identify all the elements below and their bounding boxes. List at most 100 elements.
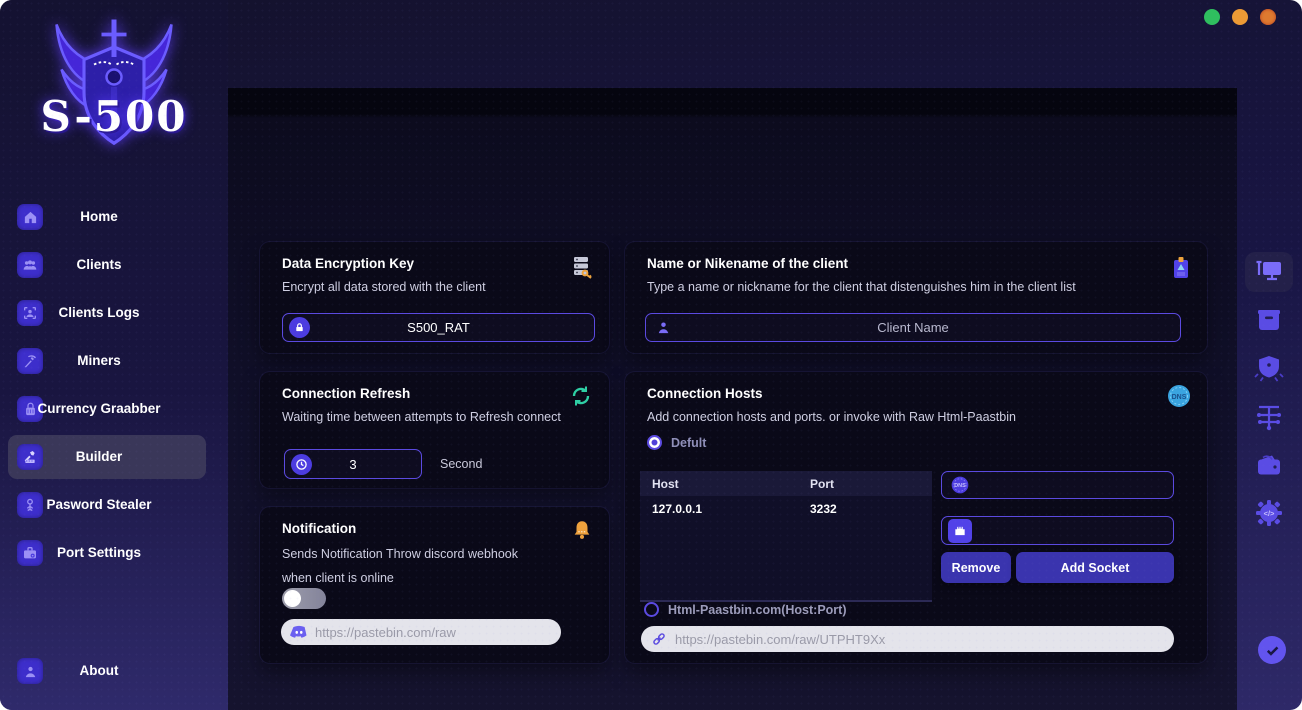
svg-text:DNS: DNS	[954, 483, 966, 489]
wallet-icon	[1258, 455, 1280, 475]
encryption-key-input[interactable]	[310, 320, 567, 335]
rail-item-shield-bug[interactable]	[1245, 348, 1293, 388]
sidebar-item-label: Currency Graabber	[37, 401, 161, 416]
radio-pastebin[interactable]	[644, 602, 659, 617]
radio-row-pastebin[interactable]: Html-Paastbin.com(Host:Port)	[644, 602, 846, 617]
sidebar-item-about[interactable]: About	[0, 647, 198, 695]
webhook-url-field	[281, 619, 561, 645]
rail-item-archive[interactable]	[1245, 300, 1293, 340]
refresh-icon	[569, 384, 593, 413]
sidebar-item-miners[interactable]: Miners	[0, 337, 198, 385]
rail-item-circuit[interactable]	[1245, 397, 1293, 437]
seconds-unit-label: Second	[440, 457, 483, 471]
radio-row-default[interactable]: Defult	[647, 435, 706, 450]
sidebar: S-500 Home Clients Clients Logs Miners C…	[0, 0, 228, 710]
card-title: Data Encryption Key	[282, 256, 415, 271]
app-window: S-500 Home Clients Clients Logs Miners C…	[0, 0, 1302, 710]
window-control-amber[interactable]	[1260, 9, 1276, 25]
host-input[interactable]	[970, 477, 1173, 493]
card-title: Connection Hosts	[647, 386, 763, 401]
toggle-knob	[284, 590, 301, 607]
sidebar-item-builder[interactable]: Builder	[0, 433, 206, 481]
shield-bug-icon	[1254, 356, 1284, 382]
card-subtitle: Sends Notification Throw discord webhook	[282, 547, 519, 561]
dns-globe-icon: DNS	[1167, 384, 1191, 413]
sidebar-item-label: Clients	[76, 257, 122, 272]
card-subtitle: Type a name or nickname for the client t…	[647, 280, 1076, 294]
lock-icon	[289, 317, 310, 338]
card-connection-hosts: Connection Hosts Add connection hosts an…	[625, 372, 1207, 663]
person-icon	[656, 320, 671, 335]
id-badge-icon	[1171, 254, 1191, 285]
remove-button[interactable]: Remove	[941, 552, 1011, 583]
card-connection-refresh: Connection Refresh Waiting time between …	[260, 372, 609, 488]
port-column-header: Port	[810, 476, 834, 491]
sidebar-item-label: About	[79, 663, 119, 678]
clock-icon	[291, 453, 312, 475]
sidebar-item-label: Builder	[75, 449, 123, 464]
card-title: Name or Nikename of the client	[647, 256, 849, 271]
pastebin-url-input[interactable]	[675, 631, 1174, 647]
svg-text:DNS: DNS	[1172, 394, 1187, 401]
radio-default[interactable]	[647, 435, 662, 450]
sidebar-item-password-stealer[interactable]: Pasword Stealer	[0, 481, 198, 529]
sidebar-item-home[interactable]: Home	[0, 193, 198, 241]
card-title: Notification	[282, 521, 357, 536]
card-subtitle: Encrypt all data stored with the client	[282, 280, 486, 294]
refresh-seconds-input[interactable]	[312, 456, 394, 472]
webhook-url-input[interactable]	[315, 624, 561, 640]
database-key-icon	[567, 254, 593, 285]
card-subtitle: when client is online	[282, 571, 394, 585]
circuit-tree-icon	[1257, 405, 1281, 431]
port-cell: 3232	[810, 502, 837, 516]
hosts-table[interactable]: Host Port 127.0.0.1 3232	[640, 471, 932, 602]
rail-item-wallet[interactable]	[1245, 445, 1293, 485]
encryption-key-field	[282, 313, 595, 342]
card-title: Connection Refresh	[282, 386, 411, 401]
logo-title: S-500	[40, 92, 188, 141]
app-logo: S-500	[0, 12, 228, 172]
sidebar-item-clients[interactable]: Clients	[0, 241, 198, 289]
webhook-toggle[interactable]	[282, 588, 326, 609]
card-subtitle: Waiting time between attempts to Refresh…	[282, 410, 561, 424]
add-socket-button[interactable]: Add Socket	[1016, 552, 1174, 583]
port-field	[941, 516, 1174, 545]
rail-item-gear-code[interactable]: </>	[1245, 493, 1293, 533]
sidebar-item-port-settings[interactable]: Port Settings	[0, 529, 198, 577]
host-field: DNS	[941, 471, 1174, 499]
sidebar-item-label: Clients Logs	[58, 305, 140, 320]
dns-input-icon: DNS	[950, 475, 970, 495]
port-input[interactable]	[972, 523, 1173, 538]
host-cell: 127.0.0.1	[652, 502, 703, 516]
card-subtitle: Add connection hosts and ports. or invok…	[647, 410, 1016, 424]
radio-default-label: Defult	[671, 435, 707, 450]
sidebar-item-label: Pasword Stealer	[46, 497, 152, 512]
pastebin-url-field	[641, 626, 1174, 652]
svg-text:</>: </>	[1264, 509, 1275, 518]
client-name-field	[645, 313, 1181, 342]
gear-code-icon: </>	[1256, 500, 1282, 526]
host-column-header: Host	[652, 476, 679, 491]
hosts-table-header: Host Port	[640, 471, 932, 496]
window-control-orange[interactable]	[1232, 9, 1248, 25]
discord-icon	[290, 625, 308, 639]
card-client-nickname: Name or Nikename of the client Type a na…	[625, 242, 1207, 353]
sidebar-item-clients-logs[interactable]: Clients Logs	[0, 289, 198, 337]
monitor-wrench-icon	[1256, 260, 1281, 281]
sidebar-item-label: Port Settings	[56, 545, 141, 560]
check-icon	[1266, 645, 1278, 656]
box-icon	[1258, 310, 1280, 330]
card-notification: Notification Sends Notification Throw di…	[260, 507, 609, 663]
ethernet-icon	[948, 518, 972, 543]
sidebar-item-currency-grabber[interactable]: Currency Graabber	[0, 385, 198, 433]
bell-icon	[571, 519, 593, 546]
client-name-input[interactable]	[671, 320, 1155, 335]
card-data-encryption-key: Data Encryption Key Encrypt all data sto…	[260, 242, 609, 353]
sidebar-item-label: Home	[80, 209, 118, 224]
confirm-build-button[interactable]	[1258, 636, 1286, 664]
refresh-seconds-field	[284, 449, 422, 479]
window-control-green[interactable]	[1204, 9, 1220, 25]
rail-item-builder[interactable]	[1245, 252, 1293, 292]
table-row[interactable]: 127.0.0.1 3232	[640, 496, 932, 522]
radio-pastebin-label: Html-Paastbin.com(Host:Port)	[668, 602, 847, 617]
